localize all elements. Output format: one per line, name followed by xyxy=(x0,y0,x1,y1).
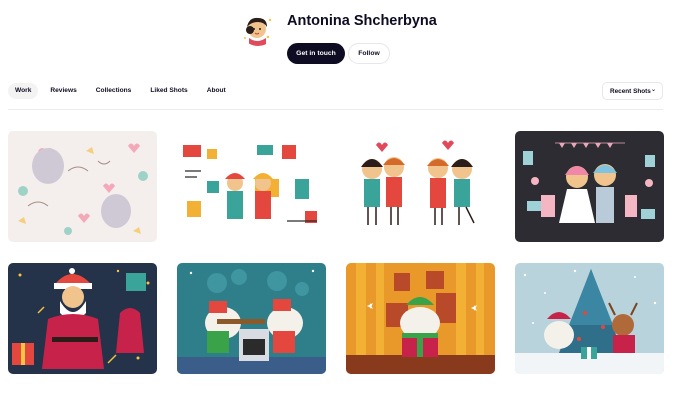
shot-thumbnail[interactable] xyxy=(515,263,664,374)
tab-reviews[interactable]: Reviews xyxy=(43,83,83,99)
tab-collections[interactable]: Collections xyxy=(89,83,139,99)
shot-thumbnail[interactable] xyxy=(177,131,326,242)
tab-about[interactable]: About xyxy=(200,83,233,99)
get-in-touch-button[interactable]: Get in touch xyxy=(287,43,345,64)
shot-thumbnail[interactable] xyxy=(515,131,664,242)
sort-dropdown[interactable]: Recent Shots ⌄ xyxy=(602,82,663,100)
profile-tabs: Work Reviews Collections Liked Shots Abo… xyxy=(8,83,238,99)
tab-liked-shots[interactable]: Liked Shots xyxy=(143,83,194,99)
follow-button[interactable]: Follow xyxy=(348,43,390,64)
sort-selected-label: Recent Shots xyxy=(610,87,651,95)
tab-work[interactable]: Work xyxy=(8,83,39,99)
shot-thumbnail[interactable] xyxy=(8,131,157,242)
shot-thumbnail[interactable] xyxy=(177,263,326,374)
avatar[interactable] xyxy=(240,10,276,46)
profile-header: Antonina Shcherbyna Get in touch Follow xyxy=(240,10,500,64)
profile-name: Antonina Shcherbyna xyxy=(287,13,437,29)
shot-thumbnail[interactable] xyxy=(346,131,495,242)
chevron-down-icon: ⌄ xyxy=(650,87,656,93)
divider xyxy=(8,109,663,110)
shot-thumbnail[interactable] xyxy=(8,263,157,374)
shot-thumbnail[interactable] xyxy=(346,263,495,374)
